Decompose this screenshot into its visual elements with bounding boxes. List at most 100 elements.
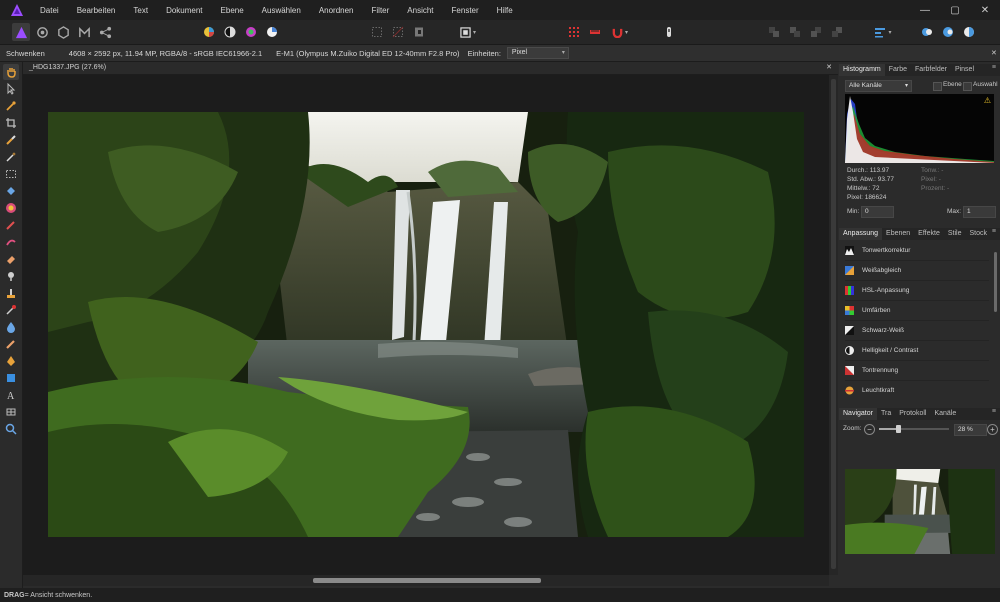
hand-tool[interactable]	[3, 64, 19, 80]
adjustment-levels[interactable]: Tonwertkorrektur	[845, 241, 989, 261]
adjustment-hsl[interactable]: HSL-Anpassung	[845, 281, 989, 301]
adjustment-posterize[interactable]: Tontrennung	[845, 361, 989, 381]
min-input[interactable]: 0	[861, 206, 894, 218]
vertical-scrollbar[interactable]	[829, 75, 838, 575]
horizontal-scroll-thumb[interactable]	[313, 578, 541, 583]
close-panel-icon[interactable]: ✕	[991, 49, 997, 57]
clone-tool[interactable]	[3, 285, 19, 301]
flood-select-tool[interactable]	[3, 149, 19, 165]
paint-brush-tool[interactable]	[3, 217, 19, 233]
zoom-tool[interactable]	[3, 421, 19, 437]
tab-layers[interactable]: Ebenen	[882, 228, 914, 240]
zoom-in-button[interactable]: +	[987, 424, 998, 435]
auto-colors-button[interactable]	[242, 23, 260, 41]
menu-auswaehlen[interactable]: Auswählen	[254, 6, 311, 15]
document-tab[interactable]: _HDG1337.JPG (27.6%) ✕	[23, 62, 838, 75]
tab-effects[interactable]: Effekte	[914, 228, 944, 240]
selection-checkbox[interactable]	[963, 82, 972, 91]
menu-bearbeiten[interactable]: Bearbeiten	[69, 6, 126, 15]
max-input[interactable]: 1	[963, 206, 996, 218]
export-persona-button[interactable]	[96, 23, 114, 41]
move-front-button[interactable]	[828, 23, 846, 41]
adjustment-vibrance[interactable]: Leuchtkraft	[845, 381, 989, 399]
quick-mask-button[interactable]: ▾	[455, 23, 481, 41]
erase-tool[interactable]	[3, 251, 19, 267]
tab-adjustment[interactable]: Anpassung	[839, 228, 883, 240]
fill-tool[interactable]	[3, 183, 19, 199]
move-back-button[interactable]	[765, 23, 783, 41]
adjustment-white-balance[interactable]: Weißabgleich	[845, 261, 989, 281]
adjustment-recolor[interactable]: Umfärben	[845, 301, 989, 321]
tab-channels[interactable]: Kanäle	[930, 408, 960, 420]
tab-styles[interactable]: Stile	[944, 228, 966, 240]
selection-brush-tool[interactable]	[3, 132, 19, 148]
tab-swatches[interactable]: Farbfelder	[911, 64, 951, 76]
move-backward-button[interactable]	[786, 23, 804, 41]
zoom-input[interactable]: 28 %	[954, 424, 987, 436]
marquee-tool[interactable]	[3, 166, 19, 182]
menu-dokument[interactable]: Dokument	[158, 6, 212, 15]
gradient-tool[interactable]	[3, 200, 19, 216]
invert-selection-button[interactable]	[410, 23, 428, 41]
smudge-tool[interactable]	[3, 336, 19, 352]
panel-menu-icon[interactable]: ≡	[992, 228, 996, 235]
channel-select[interactable]: Alle Kanäle ▾	[845, 80, 912, 92]
navigator-preview[interactable]	[845, 469, 995, 554]
layer-checkbox[interactable]	[933, 82, 942, 91]
move-forward-button[interactable]	[807, 23, 825, 41]
affinity-logo-icon[interactable]	[10, 3, 24, 17]
move-tool[interactable]	[3, 81, 19, 97]
deselect-button[interactable]	[389, 23, 407, 41]
zoom-slider-knob[interactable]	[896, 425, 902, 433]
boolean-subtract-button[interactable]	[939, 23, 957, 41]
tone-mapping-persona-button[interactable]	[75, 23, 93, 41]
align-button[interactable]: ▾	[870, 23, 896, 41]
units-select[interactable]: Pixel	[506, 47, 569, 59]
menu-ebene[interactable]: Ebene	[213, 6, 254, 15]
crop-tool[interactable]	[3, 115, 19, 131]
panel-menu-icon[interactable]: ≡	[992, 64, 996, 71]
menu-fenster[interactable]: Fenster	[444, 6, 489, 15]
maximize-button[interactable]: ▢	[940, 0, 970, 20]
grid-toggle-button[interactable]	[565, 23, 583, 41]
tab-color[interactable]: Farbe	[885, 64, 911, 76]
menu-ansicht[interactable]: Ansicht	[399, 6, 443, 15]
dodge-tool[interactable]	[3, 268, 19, 284]
tab-brushes[interactable]: Pinsel	[951, 64, 978, 76]
photo-image[interactable]	[48, 112, 804, 537]
tab-history[interactable]: Protokoll	[895, 408, 930, 420]
auto-levels-button[interactable]	[200, 23, 218, 41]
auto-white-balance-button[interactable]	[263, 23, 281, 41]
develop-persona-button[interactable]	[54, 23, 72, 41]
snapping-button[interactable]: ▾	[607, 23, 633, 41]
zoom-slider[interactable]	[879, 425, 949, 433]
menu-datei[interactable]: Datei	[32, 6, 69, 15]
adjustment-brightness-contrast[interactable]: Helligkeit / Contrast	[845, 341, 989, 361]
tab-navigator[interactable]: Navigator	[839, 408, 877, 420]
menu-text[interactable]: Text	[125, 6, 158, 15]
red-eye-tool[interactable]	[3, 302, 19, 318]
tab-histogram[interactable]: Histogramm	[839, 64, 885, 76]
rectangle-tool[interactable]	[3, 370, 19, 386]
text-tool[interactable]: A	[3, 387, 19, 403]
menu-anordnen[interactable]: Anordnen	[311, 6, 364, 15]
panel-menu-icon[interactable]: ≡	[992, 408, 996, 415]
auto-contrast-button[interactable]	[221, 23, 239, 41]
pen-tool[interactable]	[3, 353, 19, 369]
close-document-button[interactable]: ✕	[826, 63, 832, 71]
vertical-scroll-thumb[interactable]	[831, 79, 836, 569]
rulers-toggle-button[interactable]	[586, 23, 604, 41]
tab-transform[interactable]: Tra	[877, 408, 895, 420]
menu-filter[interactable]: Filter	[364, 6, 400, 15]
mesh-warp-tool[interactable]	[3, 404, 19, 420]
adjustment-scroll-thumb[interactable]	[994, 252, 997, 312]
assistant-button[interactable]	[660, 23, 678, 41]
tab-stock[interactable]: Stock	[965, 228, 991, 240]
zoom-out-button[interactable]: −	[864, 424, 875, 435]
marquee-selection-button[interactable]	[368, 23, 386, 41]
boolean-add-button[interactable]	[918, 23, 936, 41]
minimize-button[interactable]: —	[910, 0, 940, 20]
color-picker-tool[interactable]	[3, 98, 19, 114]
blur-brush-tool[interactable]	[3, 319, 19, 335]
boolean-intersect-button[interactable]	[960, 23, 978, 41]
